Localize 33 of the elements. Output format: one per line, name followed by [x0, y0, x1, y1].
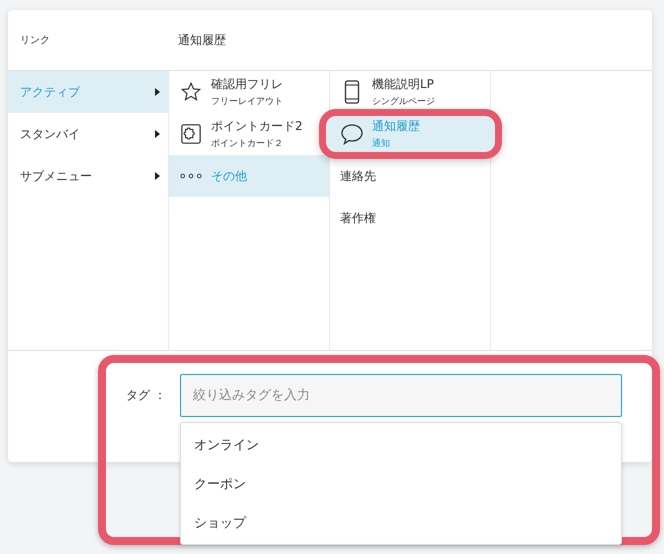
suggestion-item[interactable]: クーポン [180, 464, 621, 503]
tag-label: タグ ： [126, 387, 166, 404]
page-item[interactable]: 連絡先 [330, 155, 490, 197]
column-label: リンク [19, 34, 51, 47]
item-subtitle: フリーレイアウト [211, 96, 283, 108]
item-subtitle: ポイントカード２ [211, 138, 284, 150]
item-title: 連絡先 [340, 168, 376, 184]
suggestion-item[interactable]: オンライン [180, 425, 621, 464]
suggestion-item[interactable]: ショップ [180, 503, 621, 542]
tag-input-field[interactable]: 絞り込みタグを入力 [180, 374, 622, 417]
item-title: ポイントカード2 [211, 118, 303, 135]
item-subtitle: 通知 [372, 138, 391, 150]
item-subtitle: シングルページ [372, 96, 435, 108]
category-item[interactable]: スタンバイ [8, 113, 168, 155]
caret-icon [155, 88, 160, 96]
menu-item[interactable]: ポイントカード2 ポイントカード２ [169, 113, 329, 155]
menu-item[interactable]: 確認用フリレ フリーレイアウト [169, 71, 329, 113]
selected-link-text: 通知履歴 [177, 32, 226, 48]
page-item[interactable]: 著作権 [330, 197, 490, 239]
item-title: その他 [211, 168, 247, 184]
star-icon [180, 81, 202, 103]
item-title: 機能説明LP [372, 76, 435, 93]
caret-icon [155, 130, 160, 138]
item-title: 著作権 [340, 210, 376, 226]
speech-bubble-icon [340, 123, 364, 145]
page-item[interactable]: 機能説明LP シングルページ [330, 71, 490, 113]
item-title: 確認用フリレ [211, 76, 283, 93]
phone-icon [344, 80, 360, 104]
more-icon [180, 172, 202, 180]
category-item[interactable]: サブメニュー [8, 155, 168, 197]
caret-icon [155, 172, 160, 180]
puzzle-icon [180, 123, 202, 145]
item-title: 通知履歴 [372, 118, 420, 135]
